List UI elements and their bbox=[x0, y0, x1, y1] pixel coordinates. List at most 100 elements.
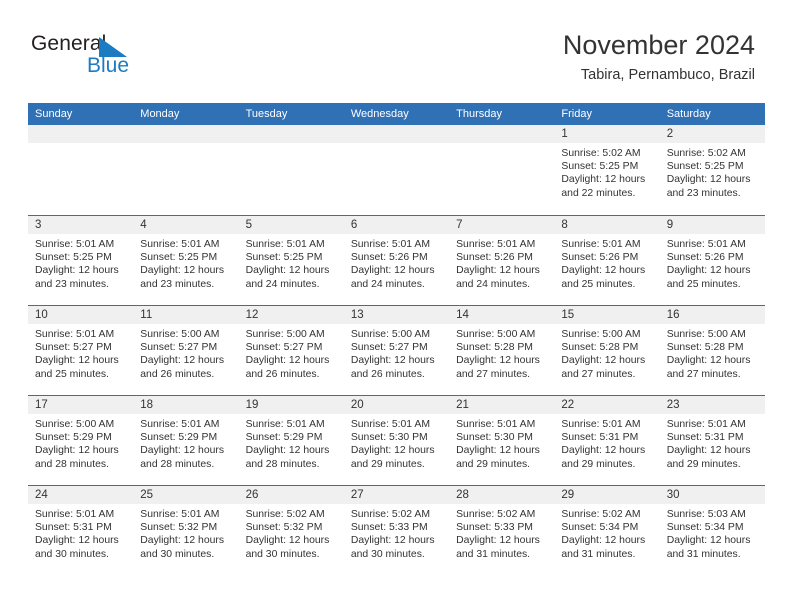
calendar-day-cell[interactable]: 23 Sunrise: 5:01 AM Sunset: 5:31 PM Dayligh… bbox=[659, 396, 765, 485]
calendar-day-cell[interactable]: 13 Sunrise: 5:00 AM Sunset: 5:27 PM Dayligh… bbox=[343, 306, 450, 395]
daylight-duration-line2: and 31 minutes. bbox=[666, 548, 741, 560]
daylight-duration-line2: and 30 minutes. bbox=[245, 548, 320, 560]
daylight-duration-line2: and 25 minutes. bbox=[666, 278, 741, 290]
calendar-day-cell[interactable]: 4 Sunrise: 5:01 AM Sunset: 5:25 PM Daylight… bbox=[133, 216, 239, 305]
daylight-duration-line1: Daylight: 12 hours bbox=[35, 445, 119, 457]
day-details: Sunrise: 5:01 AM Sunset: 5:30 PM Daylight:… bbox=[344, 414, 449, 471]
daylight-duration-line2: and 30 minutes. bbox=[35, 548, 109, 560]
day-details: Sunrise: 5:02 AM Sunset: 5:25 PM Daylight:… bbox=[554, 143, 659, 200]
generalblue-logo[interactable]: General Blue bbox=[31, 33, 191, 85]
sunrise-time: Sunrise: 5:01 AM bbox=[35, 329, 115, 340]
daylight-duration-line1: Daylight: 12 hours bbox=[140, 265, 225, 277]
daylight-duration-line1: Daylight: 12 hours bbox=[350, 355, 435, 367]
day-number: 29 bbox=[554, 486, 660, 504]
calendar-day-cell[interactable]: 29 Sunrise: 5:02 AM Sunset: 5:34 PM Dayligh… bbox=[554, 486, 660, 575]
sunset-time: Sunset: 5:27 PM bbox=[140, 342, 218, 354]
daylight-duration-line2: and 28 minutes. bbox=[140, 458, 215, 470]
day-number bbox=[238, 125, 344, 143]
sunrise-time: Sunrise: 5:01 AM bbox=[350, 239, 430, 250]
calendar-day-cell[interactable]: 27 Sunrise: 5:02 AM Sunset: 5:33 PM Dayligh… bbox=[343, 486, 450, 575]
calendar-day-cell[interactable]: 12 Sunrise: 5:00 AM Sunset: 5:27 PM Dayligh… bbox=[238, 306, 344, 395]
calendar-day-cell[interactable]: 14 Sunrise: 5:00 AM Sunset: 5:28 PM Dayligh… bbox=[449, 306, 555, 395]
sunset-time: Sunset: 5:28 PM bbox=[456, 342, 533, 354]
sunrise-time: Sunrise: 5:01 AM bbox=[35, 239, 115, 250]
sunset-time: Sunset: 5:26 PM bbox=[350, 252, 428, 264]
daylight-duration-line2: and 26 minutes. bbox=[350, 368, 425, 380]
sunset-time: Sunset: 5:29 PM bbox=[245, 432, 323, 444]
calendar-day-cell[interactable]: 21 Sunrise: 5:01 AM Sunset: 5:30 PM Dayligh… bbox=[449, 396, 555, 485]
calendar-day-cell-empty bbox=[343, 125, 450, 214]
day-number: 19 bbox=[238, 396, 344, 414]
calendar-week-row: 24 Sunrise: 5:01 AM Sunset: 5:31 PM Dayligh… bbox=[28, 485, 765, 575]
day-number: 16 bbox=[659, 306, 765, 324]
daylight-duration-line2: and 23 minutes. bbox=[140, 278, 215, 290]
calendar-day-cell[interactable]: 18 Sunrise: 5:01 AM Sunset: 5:29 PM Dayligh… bbox=[133, 396, 239, 485]
calendar-day-cell[interactable]: 17 Sunrise: 5:00 AM Sunset: 5:29 PM Dayligh… bbox=[28, 396, 134, 485]
sunset-time: Sunset: 5:33 PM bbox=[350, 522, 428, 534]
calendar-day-cell[interactable]: 20 Sunrise: 5:01 AM Sunset: 5:30 PM Dayligh… bbox=[343, 396, 450, 485]
sunrise-time: Sunrise: 5:01 AM bbox=[561, 419, 641, 430]
sunrise-time: Sunrise: 5:01 AM bbox=[35, 509, 115, 520]
day-number: 4 bbox=[133, 216, 239, 234]
sunrise-time: Sunrise: 5:02 AM bbox=[245, 509, 325, 520]
calendar-day-cell[interactable]: 25 Sunrise: 5:01 AM Sunset: 5:32 PM Dayligh… bbox=[133, 486, 239, 575]
daylight-duration-line1: Daylight: 12 hours bbox=[561, 535, 646, 547]
calendar-day-cell[interactable]: 10 Sunrise: 5:01 AM Sunset: 5:27 PM Dayligh… bbox=[28, 306, 134, 395]
sunrise-time: Sunrise: 5:01 AM bbox=[350, 419, 430, 430]
calendar-day-cell[interactable]: 16 Sunrise: 5:00 AM Sunset: 5:28 PM Dayligh… bbox=[659, 306, 765, 395]
day-number: 28 bbox=[449, 486, 555, 504]
calendar-page: General Blue November 2024 Tabira, Perna… bbox=[0, 0, 792, 612]
calendar-day-cell[interactable]: 5 Sunrise: 5:01 AM Sunset: 5:25 PM Daylight… bbox=[238, 216, 344, 305]
day-number: 14 bbox=[449, 306, 555, 324]
page-header: General Blue November 2024 Tabira, Perna… bbox=[0, 0, 792, 103]
weekday-header-sunday: Sunday bbox=[35, 108, 73, 120]
day-details: Sunrise: 5:00 AM Sunset: 5:27 PM Daylight:… bbox=[344, 324, 449, 381]
calendar-day-cell[interactable]: 15 Sunrise: 5:00 AM Sunset: 5:28 PM Dayligh… bbox=[554, 306, 660, 395]
calendar-day-cell[interactable]: 7 Sunrise: 5:01 AM Sunset: 5:26 PM Daylight… bbox=[449, 216, 555, 305]
calendar-day-cell[interactable]: 3 Sunrise: 5:01 AM Sunset: 5:25 PM Daylight… bbox=[28, 216, 134, 305]
day-details: Sunrise: 5:01 AM Sunset: 5:30 PM Daylight:… bbox=[449, 414, 554, 471]
calendar-day-cell[interactable]: 6 Sunrise: 5:01 AM Sunset: 5:26 PM Daylight… bbox=[343, 216, 450, 305]
sunrise-time: Sunrise: 5:00 AM bbox=[245, 329, 325, 340]
calendar-day-cell[interactable]: 9 Sunrise: 5:01 AM Sunset: 5:26 PM Daylight… bbox=[659, 216, 765, 305]
day-details: Sunrise: 5:01 AM Sunset: 5:25 PM Daylight:… bbox=[133, 234, 238, 291]
day-details: Sunrise: 5:00 AM Sunset: 5:27 PM Daylight:… bbox=[239, 324, 344, 381]
calendar-day-cell[interactable]: 30 Sunrise: 5:03 AM Sunset: 5:34 PM Dayligh… bbox=[659, 486, 765, 575]
page-subtitle: Tabira, Pernambuco, Brazil bbox=[580, 66, 755, 83]
weekday-header-tuesday: Tuesday bbox=[245, 108, 288, 120]
daylight-duration-line1: Daylight: 12 hours bbox=[140, 535, 225, 547]
daylight-duration-line2: and 24 minutes. bbox=[245, 278, 320, 290]
day-number: 12 bbox=[238, 306, 344, 324]
day-details: Sunrise: 5:02 AM Sunset: 5:33 PM Daylight:… bbox=[449, 504, 554, 561]
calendar-day-cell[interactable]: 28 Sunrise: 5:02 AM Sunset: 5:33 PM Dayligh… bbox=[449, 486, 555, 575]
daylight-duration-line1: Daylight: 12 hours bbox=[245, 445, 330, 457]
day-number: 13 bbox=[343, 306, 450, 324]
calendar-day-cell[interactable]: 26 Sunrise: 5:02 AM Sunset: 5:32 PM Dayligh… bbox=[238, 486, 344, 575]
daylight-duration-line2: and 27 minutes. bbox=[666, 368, 741, 380]
calendar-day-cell[interactable]: 22 Sunrise: 5:01 AM Sunset: 5:31 PM Dayligh… bbox=[554, 396, 660, 485]
day-number: 23 bbox=[659, 396, 765, 414]
day-details: Sunrise: 5:01 AM Sunset: 5:32 PM Daylight:… bbox=[133, 504, 238, 561]
calendar-day-cell[interactable]: 19 Sunrise: 5:01 AM Sunset: 5:29 PM Dayligh… bbox=[238, 396, 344, 485]
calendar-week-row: 17 Sunrise: 5:00 AM Sunset: 5:29 PM Dayligh… bbox=[28, 395, 765, 485]
sunset-time: Sunset: 5:30 PM bbox=[456, 432, 533, 444]
daylight-duration-line1: Daylight: 12 hours bbox=[35, 355, 119, 367]
sunset-time: Sunset: 5:26 PM bbox=[561, 252, 639, 264]
daylight-duration-line2: and 23 minutes. bbox=[35, 278, 109, 290]
sunrise-time: Sunrise: 5:02 AM bbox=[666, 148, 746, 159]
sunrise-time: Sunrise: 5:00 AM bbox=[456, 329, 536, 340]
daylight-duration-line2: and 22 minutes. bbox=[561, 187, 636, 199]
calendar-day-cell[interactable]: 8 Sunrise: 5:01 AM Sunset: 5:26 PM Daylight… bbox=[554, 216, 660, 305]
calendar-day-cell[interactable]: 2 Sunrise: 5:02 AM Sunset: 5:25 PM Daylight… bbox=[659, 125, 765, 214]
calendar-day-cell[interactable]: 24 Sunrise: 5:01 AM Sunset: 5:31 PM Dayligh… bbox=[28, 486, 134, 575]
daylight-duration-line2: and 26 minutes. bbox=[245, 368, 320, 380]
sunset-time: Sunset: 5:25 PM bbox=[245, 252, 323, 264]
day-number: 3 bbox=[28, 216, 134, 234]
calendar-day-cell[interactable]: 11 Sunrise: 5:00 AM Sunset: 5:27 PM Dayligh… bbox=[133, 306, 239, 395]
sunset-time: Sunset: 5:32 PM bbox=[140, 522, 218, 534]
day-number: 26 bbox=[238, 486, 344, 504]
logo-text-general: General bbox=[31, 32, 107, 55]
sunrise-time: Sunrise: 5:01 AM bbox=[245, 419, 325, 430]
calendar-day-cell[interactable]: 1 Sunrise: 5:02 AM Sunset: 5:25 PM Daylight… bbox=[554, 125, 660, 214]
day-number: 27 bbox=[343, 486, 450, 504]
